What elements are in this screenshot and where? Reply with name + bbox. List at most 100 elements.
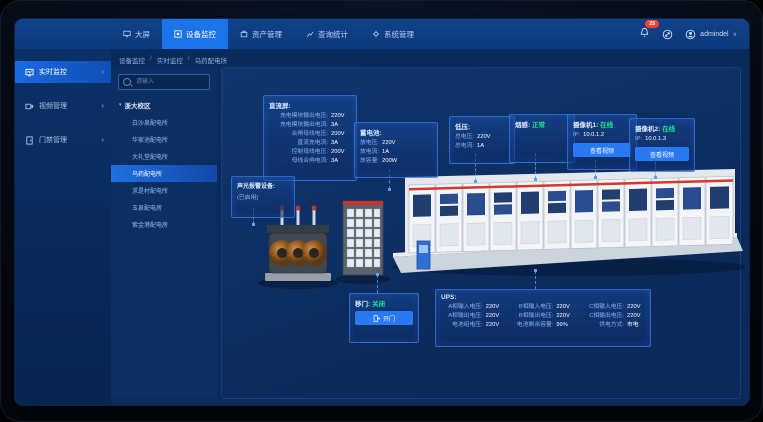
tree-item-selected[interactable]: 乌药配电所: [111, 165, 217, 182]
field-value: 99%: [556, 321, 574, 330]
connector-line: [377, 275, 378, 293]
field-value: 200W: [382, 157, 402, 166]
field-label: B相输出电压:: [512, 312, 554, 321]
tab-device-monitor[interactable]: 设备监控: [162, 19, 228, 49]
view-video-button[interactable]: 查看视频: [635, 147, 689, 161]
tree-item[interactable]: 求是村配电所: [111, 182, 217, 199]
monitor-icon: [174, 30, 182, 38]
field-value: 220V: [627, 303, 645, 312]
stats-icon: [306, 30, 314, 38]
screen-icon: [123, 30, 131, 38]
user-menu[interactable]: admindel ∨: [685, 29, 737, 40]
field-label: 电池组电压:: [441, 321, 483, 330]
tab-label: 系统管理: [384, 29, 414, 40]
field-label: 放电流:: [360, 148, 379, 157]
tree-item[interactable]: 紫金港配电房: [111, 216, 217, 233]
view-video-button[interactable]: 查看视频: [573, 143, 631, 157]
video-icon: [25, 102, 34, 111]
search-input[interactable]: [134, 78, 205, 86]
sidebar-item-video-manage[interactable]: 视频管理 ›: [15, 95, 111, 117]
ups-panel: UPS: A相输入电压:220V B相输入电压:220V C相输入电压:220V…: [435, 289, 651, 347]
breadcrumb-item[interactable]: 设备监控: [119, 55, 145, 65]
chevron-right-icon: ›: [101, 102, 104, 110]
status-badge: 正常: [532, 122, 545, 129]
sidebar-item-label: 门禁管理: [39, 135, 67, 145]
door-open-icon: [373, 315, 380, 322]
tab-system[interactable]: 系统管理: [360, 19, 426, 49]
sidebar-item-label: 实时监控: [39, 67, 67, 77]
chevron-right-icon: ›: [101, 68, 104, 76]
tree-item[interactable]: 玉泉配电房: [111, 199, 217, 216]
tree-item[interactable]: 大礼堂配电所: [111, 148, 217, 165]
tab-label: 资产管理: [252, 29, 282, 40]
field-label: A相输出电压:: [441, 312, 483, 321]
breadcrumb-separator: /: [188, 55, 190, 65]
tree-search-box[interactable]: [118, 74, 210, 90]
gear-icon: [372, 30, 380, 38]
field-label: 总电压:: [455, 133, 474, 142]
field-value: 1A: [382, 148, 402, 157]
field-value: 220V: [556, 312, 574, 321]
notifications-button[interactable]: 25: [639, 25, 650, 43]
meter-box[interactable]: [417, 241, 430, 269]
tree-item[interactable]: 华家池配电所: [111, 131, 217, 148]
camera2-panel: 摄像机2: 在线 IP:10.0.1.3 查看视频: [629, 118, 695, 172]
field-label: 电池剩余容量:: [512, 321, 554, 330]
field-value: 200V: [331, 130, 351, 139]
field-label: 摄像机2:: [635, 126, 660, 133]
tree-expand-icon: ▾: [119, 102, 122, 108]
field-label: 供电方式:: [582, 321, 624, 330]
tab-assets[interactable]: 资产管理: [228, 19, 294, 49]
station-tree-panel: ▾ 浙大校区 白沙泉配电所 华家池配电所 大礼堂配电所 乌药配电所 求是村配电所…: [111, 67, 217, 399]
status-badge: 在线: [662, 126, 675, 133]
tab-dashboard[interactable]: 大屏: [111, 19, 162, 49]
field-label: C相输出电压:: [582, 312, 624, 321]
monitor-bezel: 大屏 设备监控 资产管理 查询统计 系统管理: [0, 0, 763, 422]
tab-label: 设备监控: [186, 29, 216, 40]
smoke-sensor-panel: 烟感: 正常: [509, 114, 575, 163]
user-avatar-icon: [685, 29, 696, 40]
app-window: 大屏 设备监控 资产管理 查询统计 系统管理: [15, 19, 749, 405]
status-badge: 关闭: [372, 301, 385, 308]
field-label: 充电模块输出电流:: [269, 121, 328, 130]
fullscreen-icon[interactable]: [662, 29, 673, 40]
panel-title: 摄像机2: 在线: [635, 123, 689, 133]
panel-title: 蓄电池:: [360, 127, 432, 137]
field-label: C相输入电压:: [582, 303, 624, 312]
battery-cabinet[interactable]: [343, 201, 383, 275]
open-door-button[interactable]: 开门: [355, 311, 413, 325]
field-value: 220V: [382, 139, 402, 148]
field-value: 1A: [477, 142, 497, 151]
panel-title: UPS:: [441, 294, 645, 301]
field-label: 充电模块输出电压:: [269, 112, 328, 121]
switchgear-row[interactable]: [409, 176, 733, 253]
panel-title: 烟感: 正常: [515, 119, 569, 129]
nav-tabs: 大屏 设备监控 资产管理 查询统计 系统管理: [111, 19, 426, 49]
camera1-panel: 摄像机1: 在线 IP:10.0.1.2 查看视频: [567, 114, 637, 170]
field-label: 移门:: [355, 301, 370, 308]
sidebar-item-realtime-monitor[interactable]: 实时监控 ›: [15, 61, 111, 83]
ip-value: 10.0.1.2: [583, 131, 604, 140]
tree-root-node[interactable]: ▾ 浙大校区: [111, 96, 217, 114]
field-value: 3A: [331, 139, 351, 148]
field-value: 220V: [486, 312, 504, 321]
alarm-device-panel: 声光报警设备: (已启用): [231, 176, 295, 218]
sidebar-item-access-control[interactable]: 门禁管理 ›: [15, 129, 111, 151]
field-value: 220V: [627, 312, 645, 321]
panel-title: 移门: 关闭: [355, 298, 413, 308]
field-value: 220V: [477, 133, 497, 142]
field-label: 控制母线电压:: [269, 148, 328, 157]
tab-label: 大屏: [135, 29, 150, 40]
chevron-right-icon: ›: [101, 136, 104, 144]
breadcrumb-item[interactable]: 乌药配电所: [195, 55, 228, 65]
open-door-label: 开门: [383, 314, 395, 323]
field-label: 合闸母线电压:: [269, 130, 328, 139]
tree-item[interactable]: 白沙泉配电所: [111, 114, 217, 131]
realtime-monitor-icon: [25, 68, 34, 77]
status-badge: 在线: [600, 122, 613, 129]
breadcrumb-separator: /: [150, 55, 152, 65]
breadcrumb-item[interactable]: 实时监控: [157, 55, 183, 65]
field-value: 市电: [627, 321, 645, 330]
field-value: 220V: [486, 303, 504, 312]
tab-statistics[interactable]: 查询统计: [294, 19, 360, 49]
